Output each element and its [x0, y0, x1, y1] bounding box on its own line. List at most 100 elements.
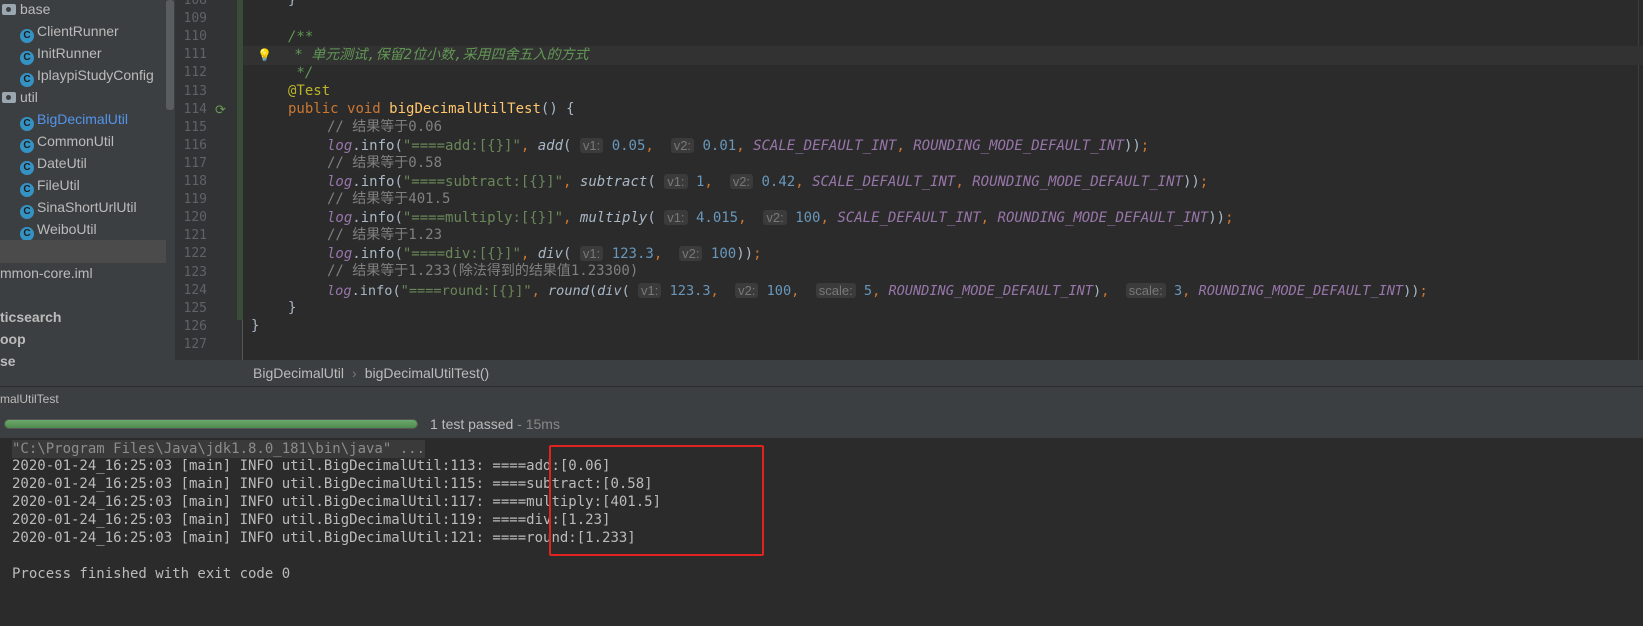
line-number: 118: [183, 174, 207, 189]
line-number: 119: [183, 192, 207, 208]
console-line: 2020-01-24_16:25:03 [main] INFO util.Big…: [12, 512, 611, 528]
tree-item-dateutil[interactable]: C DateUtil: [0, 152, 166, 175]
tree-item-blank[interactable]: [0, 240, 166, 263]
tree-item-label: mmon-core.iml: [0, 265, 93, 281]
tree-item-label: base: [20, 1, 51, 17]
line-number: 109: [183, 11, 207, 27]
tree-item-weiboutil[interactable]: C WeiboUtil: [0, 218, 166, 241]
tree-item-initrunner[interactable]: C InitRunner: [0, 42, 166, 65]
tree-item-label: CommonUtil: [37, 133, 115, 149]
line-number: 116: [183, 137, 207, 153]
code-editor[interactable]: } /** 💡 * 单元测试,保留2位小数,采用四舍五入的方式 */ @Test…: [243, 0, 1643, 360]
line-number: 113: [183, 83, 207, 99]
console-line: 2020-01-24_16:25:03 [main] INFO util.Big…: [12, 530, 636, 546]
line-number: 123: [183, 264, 207, 280]
run-panel-header: malUtilTest: [0, 386, 1643, 410]
tree-item-label: DateUtil: [37, 155, 87, 171]
run-toolbar: 1 test passed - 15ms: [0, 410, 1643, 438]
line-number: 115: [183, 119, 207, 135]
breadcrumb-method[interactable]: bigDecimalUtilTest(): [365, 365, 489, 381]
run-tab-title[interactable]: malUtilTest: [0, 392, 59, 406]
code-line-126: }: [251, 318, 260, 334]
class-icon: C: [20, 73, 34, 87]
run-test-icon[interactable]: ⟳: [215, 103, 226, 118]
code-line-122: log.info("====div:[{}]", div( v1: 123.3,…: [327, 246, 762, 262]
class-icon: C: [20, 29, 34, 43]
code-line-124: log.info("====round:[{}]", round(div( v1…: [327, 283, 1428, 299]
code-line-112: */: [288, 65, 314, 81]
code-line-125: }: [288, 300, 297, 316]
project-tree-scrollbar[interactable]: [166, 0, 174, 110]
tree-item-fileutil[interactable]: C FileUtil: [0, 174, 166, 197]
tree-item-commonutil[interactable]: C CommonUtil: [0, 130, 166, 153]
code-line-115: // 结果等于0.06: [327, 119, 443, 135]
tree-item-bigdecimalutil[interactable]: C BigDecimalUtil: [0, 108, 166, 131]
test-duration: - 15ms: [513, 416, 560, 432]
package-icon: [2, 92, 16, 103]
console-line: 2020-01-24_16:25:03 [main] INFO util.Big…: [12, 458, 611, 474]
tree-item-se[interactable]: se: [0, 350, 166, 373]
package-icon: [2, 4, 16, 15]
code-line-121: // 结果等于1.23: [327, 227, 443, 243]
code-line-110: /**: [288, 29, 314, 45]
tree-item-sinashorturlutil[interactable]: C SinaShortUrlUtil: [0, 196, 166, 219]
class-icon: C: [20, 227, 34, 241]
line-number: 121: [183, 228, 207, 244]
line-number: 117: [183, 155, 207, 171]
breadcrumb-separator: ›: [352, 365, 357, 381]
console-output[interactable]: "C:\Program Files\Java\jdk1.8.0_181\bin\…: [0, 438, 1643, 626]
tree-item-clientrunner[interactable]: C ClientRunner: [0, 20, 166, 43]
console-finish-line: Process finished with exit code 0: [12, 566, 291, 582]
tree-item-label: se: [0, 353, 16, 369]
tree-item-util[interactable]: util: [0, 86, 166, 109]
editor-gutter[interactable]: 108 109 110 111 112 113 114 115 116 117 118 119 120 1…: [175, 0, 246, 360]
project-tree[interactable]: base C ClientRunner C InitRunner C IplaypiStud…: [0, 0, 175, 403]
code-line-117: // 结果等于0.58: [327, 155, 443, 171]
tree-item-label: SinaShortUrlUtil: [37, 199, 137, 215]
class-icon: C: [20, 183, 34, 197]
line-number: 112: [183, 65, 207, 81]
class-icon: C: [20, 117, 34, 131]
code-line-114: public void bigDecimalUtilTest() {: [288, 101, 575, 117]
line-number: 125: [183, 300, 207, 316]
console-command-line[interactable]: "C:\Program Files\Java\jdk1.8.0_181\bin\…: [12, 440, 426, 458]
tree-item-label: oop: [0, 331, 26, 347]
line-number: 127: [183, 336, 207, 352]
class-icon: C: [20, 51, 34, 65]
tree-item-base[interactable]: base: [0, 0, 166, 21]
tree-item-label: ClientRunner: [37, 23, 119, 39]
tree-item-label: util: [20, 89, 38, 105]
tree-item-mmon-core-iml[interactable]: mmon-core.iml: [0, 262, 166, 285]
code-line-111: 💡 * 单元测试,保留2位小数,采用四舍五入的方式: [243, 46, 1643, 65]
annotation-highlight-box: [549, 445, 764, 556]
code-line-119: // 结果等于401.5: [327, 191, 451, 207]
code-line-113: @Test: [288, 83, 331, 99]
line-number: 110: [183, 29, 207, 45]
tree-item-ticsearch[interactable]: ticsearch: [0, 306, 166, 329]
code-line-108: }: [288, 0, 297, 8]
tree-item-label: BigDecimalUtil: [37, 111, 129, 127]
breadcrumb-class[interactable]: BigDecimalUtil: [253, 365, 344, 381]
class-icon: C: [20, 161, 34, 175]
tree-item-blank[interactable]: [0, 284, 166, 307]
line-number: 114: [183, 101, 207, 117]
tree-item-label: WeiboUtil: [37, 221, 97, 237]
test-status: 1 test passed - 15ms: [430, 410, 560, 438]
tree-item-label: ticsearch: [0, 309, 62, 325]
line-number: 126: [183, 318, 207, 334]
breadcrumb: BigDecimalUtil › bigDecimalUtilTest(): [175, 360, 1643, 386]
code-line-118: log.info("====subtract:[{}]", subtract( …: [327, 174, 1209, 190]
code-line-116: log.info("====add:[{}]", add( v1: 0.05, …: [327, 138, 1150, 154]
tree-item-label: InitRunner: [37, 45, 102, 61]
tree-item-iplaypistudyconfig[interactable]: C IplaypiStudyConfig: [0, 64, 166, 87]
test-progress-fill: [5, 420, 417, 428]
line-number: 111: [183, 47, 207, 63]
class-icon: C: [20, 139, 34, 153]
code-line-123: // 结果等于1.233(除法得到的结果值1.23300): [327, 263, 639, 279]
test-status-text: 1 test passed: [430, 416, 514, 432]
tree-item-oop[interactable]: oop: [0, 328, 166, 351]
line-number: 124: [183, 282, 207, 298]
line-number: 122: [183, 246, 207, 262]
class-icon: C: [20, 205, 34, 219]
lightbulb-icon[interactable]: 💡: [257, 46, 272, 65]
